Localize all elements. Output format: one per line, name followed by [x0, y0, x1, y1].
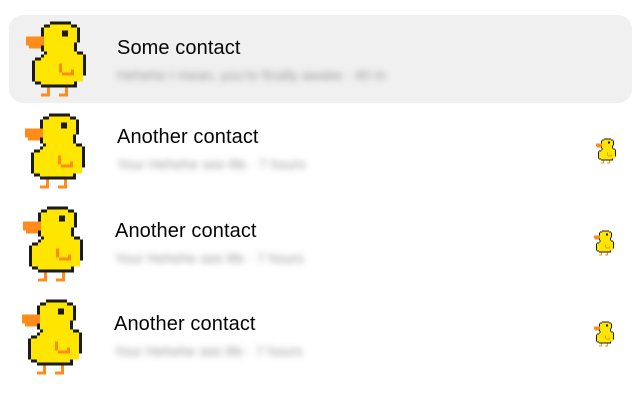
message-preview: Your Hehehe see life · 7 hours	[115, 250, 304, 266]
duck-icon	[26, 21, 92, 97]
contact-name: Another contact	[114, 313, 256, 335]
conversation-row[interactable]: Another contact Your Hehehe see life · 7…	[9, 200, 632, 288]
message-preview: Hehehe I mean, you're finally awake · 40…	[117, 67, 386, 83]
duck-seen-icon	[594, 230, 616, 256]
contact-name: Another contact	[115, 220, 257, 242]
conversation-row[interactable]: Another contact Your Hehehe see life · 7…	[9, 107, 632, 195]
duck-icon	[23, 206, 89, 282]
duck-icon	[25, 113, 91, 189]
conversation-row-selected[interactable]: Some contact Hehehe I mean, you're final…	[9, 15, 632, 103]
message-preview: Your Hehehe see life · 7 hours	[114, 343, 303, 359]
duck-seen-icon	[596, 138, 618, 164]
contact-name: Some contact	[117, 37, 241, 59]
duck-icon	[22, 299, 88, 375]
conversation-row[interactable]: Another contact Your Hehehe see life · 7…	[9, 293, 632, 381]
duck-seen-icon	[594, 321, 616, 347]
conversation-list: Some contact Hehehe I mean, you're final…	[0, 0, 640, 400]
contact-name: Another contact	[117, 126, 259, 148]
message-preview: Your Hehehe see life · 7 hours	[117, 156, 306, 172]
